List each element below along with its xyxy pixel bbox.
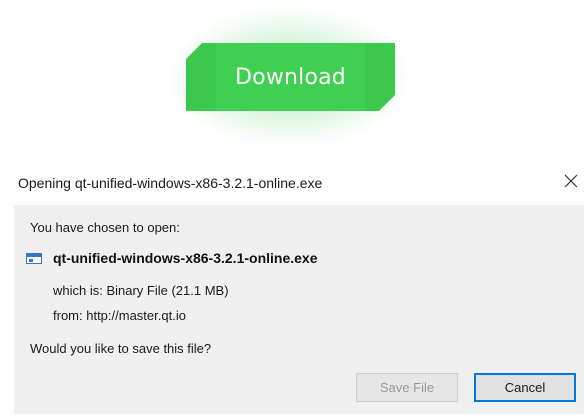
save-question-text: Would you like to save this file?	[30, 341, 212, 356]
download-button[interactable]: Download	[186, 43, 395, 111]
dialog-title: Opening qt-unified-windows-x86-3.2.1-onl…	[18, 175, 323, 191]
file-name: qt-unified-windows-x86-3.2.1-online.exe	[53, 250, 318, 266]
executable-file-icon	[26, 253, 42, 264]
file-source-text: from: http://master.qt.io	[53, 308, 186, 323]
save-file-button[interactable]: Save File	[356, 373, 458, 402]
chosen-to-open-text: You have chosen to open:	[30, 220, 180, 235]
close-icon[interactable]	[558, 168, 584, 194]
file-type-text: which is: Binary File (21.1 MB)	[53, 283, 229, 298]
download-button-label: Download	[235, 64, 346, 90]
close-icon-glyph	[564, 174, 578, 188]
cancel-button[interactable]: Cancel	[474, 373, 576, 402]
